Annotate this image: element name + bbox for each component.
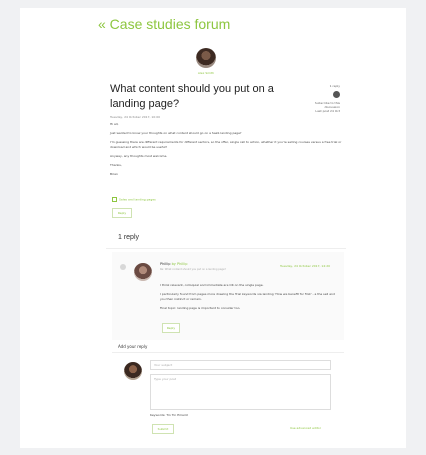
- unread-dot-icon: [120, 264, 126, 270]
- subscribe-link[interactable]: Subscribe to this discussion: [300, 101, 340, 109]
- back-to-forum-link[interactable]: « Case studies forum: [98, 16, 230, 32]
- add-reply-heading: Add your reply: [118, 344, 148, 349]
- post-tag-label: Sales and landing pages: [119, 197, 156, 202]
- reply-to-reply-button[interactable]: Reply: [162, 323, 180, 333]
- reply-paragraph: Final topic: landing page is important t…: [160, 306, 241, 310]
- author-name[interactable]: Alex Smith: [186, 71, 226, 75]
- reply-paragraph: I think relevant, colloquial and immedia…: [160, 283, 264, 287]
- last-post-meta: Last post 24 Oct: [315, 109, 340, 113]
- current-user-avatar: [124, 362, 142, 380]
- divider: [106, 248, 346, 249]
- replies-heading: 1 reply: [118, 234, 140, 241]
- reply-count-label: 1 reply: [329, 84, 340, 88]
- post-paragraph: Anyway, any thoughts most welcome.: [110, 154, 168, 158]
- reply-body: I think relevant, colloquial and immedia…: [160, 283, 335, 315]
- post-date: Tuesday, 24 October 2017, 10:00: [110, 115, 161, 119]
- subject-input[interactable]: Your subject: [150, 360, 331, 370]
- tag-icon: [112, 197, 117, 202]
- post-side-info: 1 reply Subscribe to this discussion Las…: [300, 84, 340, 113]
- reply-by-label[interactable]: by Phillip: [172, 262, 188, 266]
- post-paragraph: Thanks,: [110, 163, 122, 167]
- reply-paragraph: I particularly found from pages more dra…: [160, 292, 335, 301]
- subscribe-icon[interactable]: [333, 91, 340, 98]
- reply-header: Phillip by Phillip: [160, 262, 187, 266]
- keywords-label: Keywords: Tin Tin Emaint: [150, 413, 188, 417]
- post-paragraph: Just wanted to know your thoughts on wha…: [110, 131, 242, 135]
- reply-button[interactable]: Reply: [112, 208, 132, 218]
- post-title: What content should you put on a landing…: [110, 83, 274, 110]
- submit-button[interactable]: Submit: [152, 424, 174, 434]
- reply-author-avatar[interactable]: [134, 263, 152, 281]
- post-paragraph: I'm guessing there are different require…: [110, 140, 342, 149]
- author-avatar[interactable]: [196, 48, 216, 68]
- post-tag[interactable]: Sales and landing pages: [112, 197, 156, 202]
- reply-subject: Re: What content should you put on a lan…: [160, 268, 226, 271]
- post-paragraph: Brian: [110, 172, 118, 176]
- message-textarea[interactable]: Type your post: [150, 374, 331, 410]
- reply-date[interactable]: Tuesday, 24 October 2017, 14:20: [280, 264, 330, 268]
- reply-author[interactable]: Phillip: [160, 262, 170, 266]
- divider: [112, 352, 344, 353]
- post-body: Hi all, Just wanted to know your thought…: [110, 122, 345, 181]
- advanced-editor-link[interactable]: Use advanced editor: [290, 426, 321, 430]
- post-paragraph: Hi all,: [110, 122, 119, 126]
